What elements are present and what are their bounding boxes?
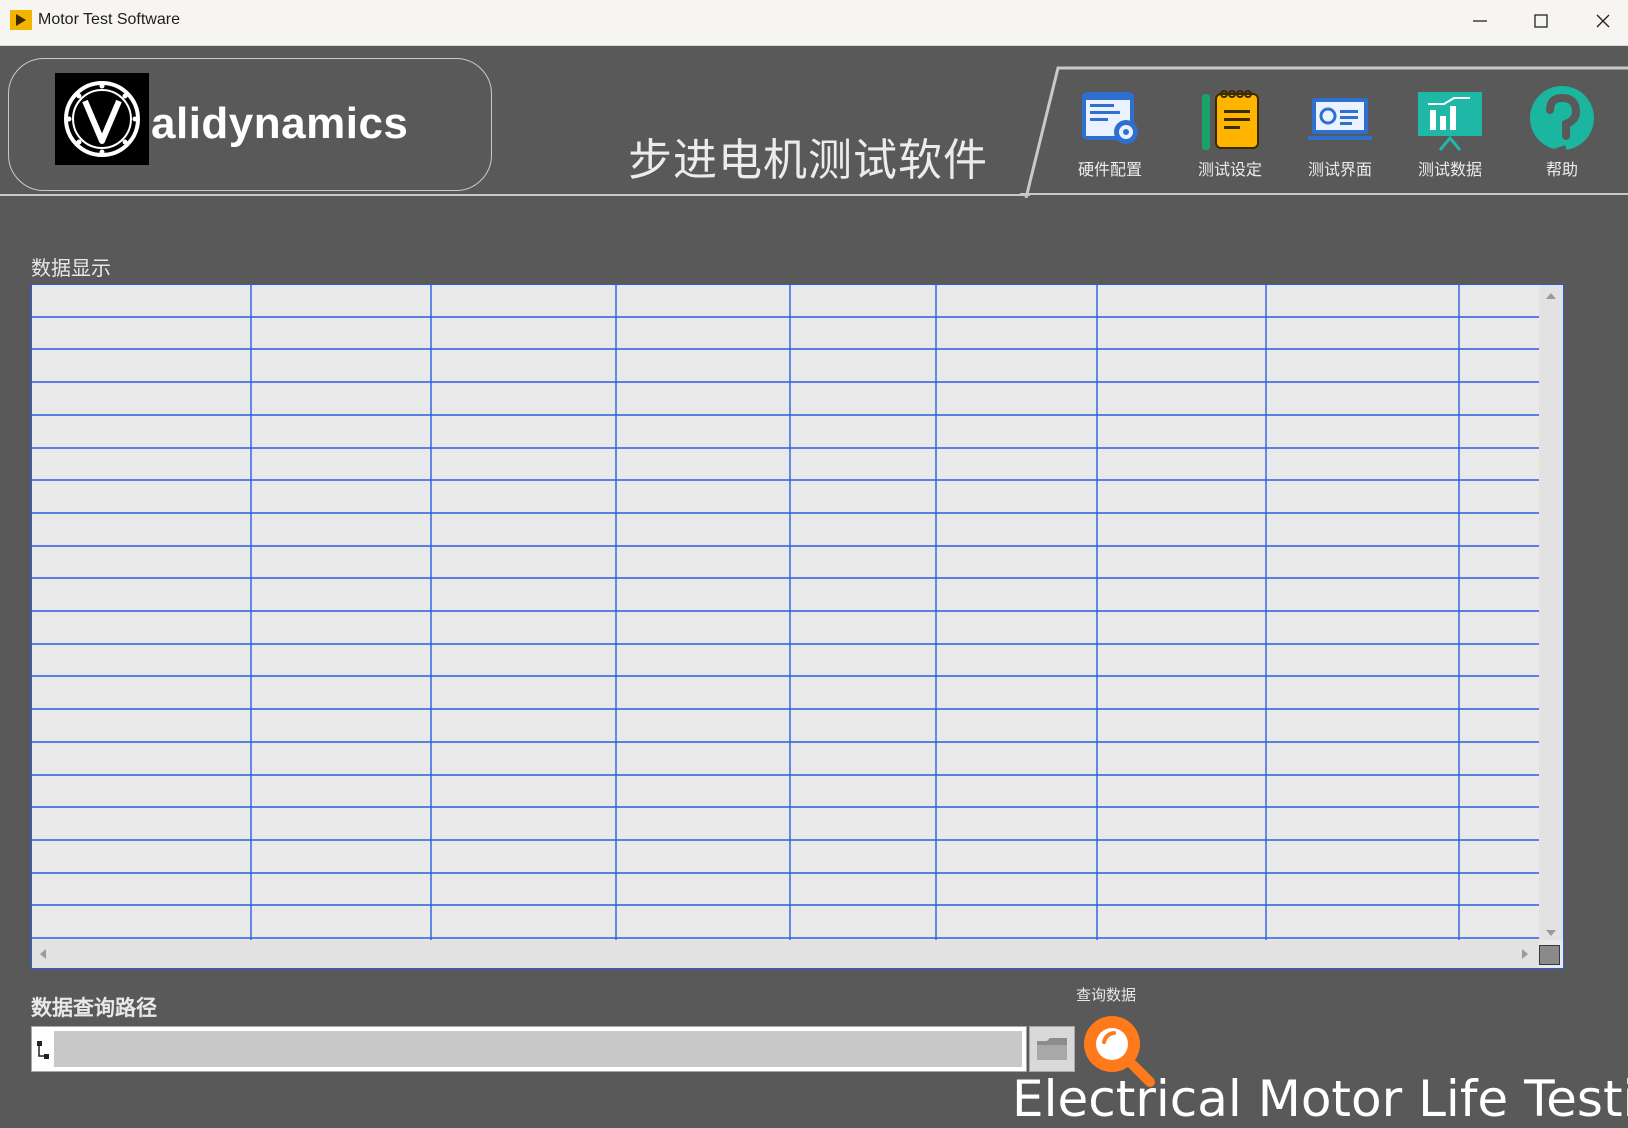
query-data-label: 查询数据 — [1076, 986, 1137, 1004]
data-display-label: 数据显示 — [31, 256, 111, 280]
toolbar-label: 测试数据 — [1417, 160, 1482, 179]
footer-banner-text: Electrical Motor Life Testin — [1012, 1070, 1628, 1128]
window-titlebar: Motor Test Software — [0, 0, 1628, 46]
toolbar-test-interface[interactable]: 测试界面 — [1290, 86, 1390, 186]
path-input[interactable] — [54, 1031, 1022, 1067]
minimize-button[interactable] — [1450, 0, 1510, 42]
test-data-icon — [1418, 92, 1482, 151]
toolbar-label: 硬件配置 — [1077, 160, 1142, 179]
scroll-up-arrow-icon[interactable] — [1546, 293, 1556, 299]
data-table[interactable] — [31, 284, 1564, 969]
maximize-icon — [1534, 14, 1548, 28]
test-interface-icon — [1308, 98, 1372, 140]
close-icon — [1596, 14, 1610, 28]
test-settings-icon — [1202, 90, 1259, 150]
toolbar-label: 帮助 — [1545, 160, 1578, 179]
hardware-config-icon — [1082, 92, 1138, 144]
close-button[interactable] — [1573, 0, 1628, 42]
scroll-right-arrow-icon[interactable] — [1522, 949, 1528, 959]
table-grid — [32, 285, 1539, 940]
vertical-scrollbar[interactable] — [1539, 285, 1563, 940]
path-control — [31, 1026, 1027, 1072]
toolbar-test-settings[interactable]: 测试设定 — [1180, 86, 1280, 186]
scroll-down-arrow-icon[interactable] — [1546, 930, 1556, 936]
scroll-corner — [1539, 945, 1560, 965]
maximize-button[interactable] — [1511, 0, 1571, 42]
folder-icon — [1037, 1038, 1067, 1060]
toolbar-label: 测试设定 — [1197, 160, 1262, 179]
app-icon — [10, 10, 32, 30]
scroll-left-arrow-icon[interactable] — [40, 949, 46, 959]
logo-panel: alidynamics — [8, 58, 492, 191]
help-icon — [1530, 86, 1594, 154]
header-divider — [0, 194, 1030, 196]
logo-text: alidynamics — [151, 99, 409, 148]
toolbar-label: 测试界面 — [1307, 160, 1372, 179]
logo-v-icon — [55, 73, 149, 165]
horizontal-scrollbar[interactable] — [32, 940, 1539, 968]
software-title: 步进电机测试软件 — [628, 135, 988, 186]
toolbar-hardware-config[interactable]: 硬件配置 — [1060, 86, 1160, 186]
toolbar-help[interactable]: 帮助 — [1512, 86, 1612, 186]
minimize-icon — [1473, 20, 1487, 22]
data-query-path-label: 数据查询路径 — [31, 996, 157, 1020]
browse-button[interactable] — [1029, 1026, 1075, 1072]
window-title: Motor Test Software — [38, 11, 180, 28]
path-tree-icon — [37, 1041, 49, 1059]
toolbar-test-data[interactable]: 测试数据 — [1400, 86, 1500, 186]
